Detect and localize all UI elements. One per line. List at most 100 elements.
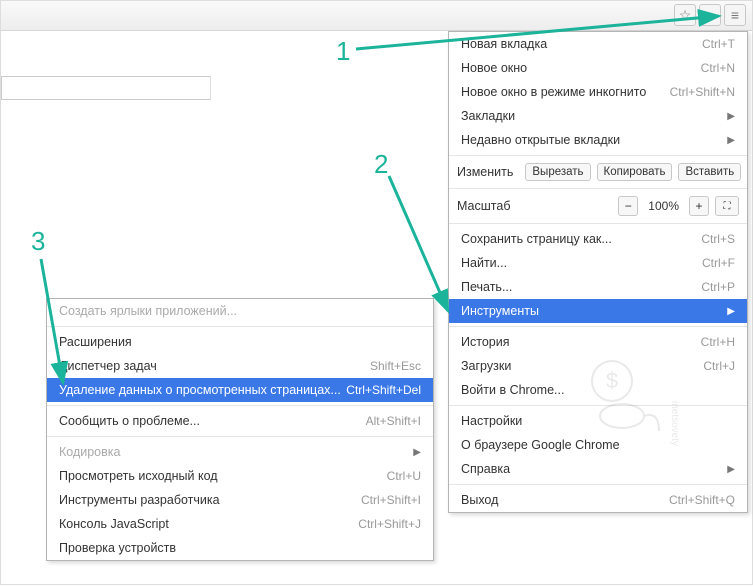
label: Закладки — [461, 109, 515, 123]
submenu-clear-browsing-data[interactable]: Удаление данных о просмотренных страница… — [47, 378, 433, 402]
menu-find[interactable]: Найти... Ctrl+F — [449, 251, 747, 275]
label: Новая вкладка — [461, 37, 547, 51]
submenu-view-source[interactable]: Просмотреть исходный код Ctrl+U — [47, 464, 433, 488]
shortcut: Ctrl+F — [702, 256, 735, 270]
separator — [449, 405, 747, 406]
shortcut: Ctrl+Shift+J — [358, 517, 421, 531]
zoom-out-button[interactable]: − — [618, 196, 638, 216]
shortcut: Shift+Esc — [370, 359, 421, 373]
label: Инструменты — [461, 304, 539, 318]
menu-settings[interactable]: Настройки — [449, 409, 747, 433]
menu-about[interactable]: О браузере Google Chrome — [449, 433, 747, 457]
menu-tools[interactable]: Инструменты ▶ — [449, 299, 747, 323]
annotation-3: 3 — [31, 226, 45, 257]
zoom-value: 100% — [644, 199, 683, 213]
paste-button[interactable]: Вставить — [678, 163, 741, 181]
menu-save-as[interactable]: Сохранить страницу как... Ctrl+S — [449, 227, 747, 251]
browser-topbar: ☆ ◐ ≡ — [1, 1, 752, 31]
zoom-label: Масштаб — [457, 199, 510, 213]
user-icon[interactable]: ◐ — [699, 4, 721, 26]
menu-help[interactable]: Справка▶ — [449, 457, 747, 481]
chevron-right-icon: ▶ — [727, 464, 735, 475]
edit-label: Изменить — [457, 165, 513, 179]
label: Сохранить страницу как... — [461, 232, 612, 246]
menu-new-window[interactable]: Новое окно Ctrl+N — [449, 56, 747, 80]
menu-downloads[interactable]: Загрузки Ctrl+J — [449, 354, 747, 378]
annotation-2: 2 — [374, 149, 388, 180]
label: Выход — [461, 493, 498, 507]
label: Расширения — [59, 335, 132, 349]
menu-print[interactable]: Печать... Ctrl+P — [449, 275, 747, 299]
label: Новое окно — [461, 61, 527, 75]
submenu-js-console[interactable]: Консоль JavaScript Ctrl+Shift+J — [47, 512, 433, 536]
label: Проверка устройств — [59, 541, 176, 555]
separator — [449, 484, 747, 485]
shortcut: Ctrl+P — [701, 280, 735, 294]
shortcut: Ctrl+U — [387, 469, 421, 483]
shortcut: Alt+Shift+I — [366, 414, 421, 428]
label: Найти... — [461, 256, 507, 270]
label: Печать... — [461, 280, 512, 294]
submenu-inspect-devices[interactable]: Проверка устройств — [47, 536, 433, 560]
menu-incognito[interactable]: Новое окно в режиме инкогнито Ctrl+Shift+… — [449, 80, 747, 104]
label: Загрузки — [461, 359, 511, 373]
menu-bookmarks[interactable]: Закладки ▶ — [449, 104, 747, 128]
submenu-dev-tools[interactable]: Инструменты разработчика Ctrl+Shift+I — [47, 488, 433, 512]
menu-icon[interactable]: ≡ — [724, 4, 746, 26]
star-icon[interactable]: ☆ — [674, 4, 696, 26]
main-menu: Новая вкладка Ctrl+T Новое окно Ctrl+N Нов… — [448, 31, 748, 513]
label: Кодировка — [59, 445, 120, 459]
zoom-in-button[interactable]: + — [689, 196, 709, 216]
label: Новое окно в режиме инкогнито — [461, 85, 646, 99]
annotation-1: 1 — [336, 36, 350, 67]
separator — [449, 326, 747, 327]
separator — [47, 436, 433, 437]
separator — [449, 188, 747, 189]
shortcut: Ctrl+N — [701, 61, 735, 75]
shortcut: Ctrl+Shift+N — [670, 85, 735, 99]
label: Просмотреть исходный код — [59, 469, 218, 483]
topbar-right-icons: ☆ ◐ ≡ — [674, 4, 746, 26]
menu-recent-tabs[interactable]: Недавно открытые вкладки▶ — [449, 128, 747, 152]
chevron-right-icon: ▶ — [413, 447, 421, 458]
label: Сообщить о проблеме... — [59, 414, 200, 428]
copy-button[interactable]: Копировать — [597, 163, 673, 181]
shortcut: Ctrl+Shift+Q — [669, 493, 735, 507]
shortcut: Ctrl+S — [701, 232, 735, 246]
separator — [449, 155, 747, 156]
search-input[interactable] — [1, 76, 211, 100]
shortcut: Ctrl+T — [702, 37, 735, 51]
separator — [47, 326, 433, 327]
label: Инструменты разработчика — [59, 493, 220, 507]
separator — [449, 223, 747, 224]
chevron-right-icon: ▶ — [727, 111, 735, 122]
label: Недавно открытые вкладки — [461, 133, 620, 147]
label: Консоль JavaScript — [59, 517, 169, 531]
chevron-right-icon: ▶ — [727, 306, 735, 317]
shortcut: Ctrl+Shift+I — [361, 493, 421, 507]
shortcut: Ctrl+J — [703, 359, 735, 373]
menu-signin[interactable]: Войти в Chrome... — [449, 378, 747, 402]
submenu-create-shortcuts: Создать ярлыки приложений... — [47, 299, 433, 323]
shortcut: Ctrl+Shift+Del — [346, 383, 421, 397]
tools-submenu: Создать ярлыки приложений... Расширения … — [46, 298, 434, 561]
menu-exit[interactable]: Выход Ctrl+Shift+Q — [449, 488, 747, 512]
shortcut: Ctrl+H — [701, 335, 735, 349]
fullscreen-button[interactable]: ⛶ — [715, 196, 739, 216]
submenu-task-manager[interactable]: Диспетчер задач Shift+Esc — [47, 354, 433, 378]
menu-zoom-row: Масштаб − 100% + ⛶ — [449, 192, 747, 220]
submenu-extensions[interactable]: Расширения — [47, 330, 433, 354]
label: Войти в Chrome... — [461, 383, 564, 397]
menu-new-tab[interactable]: Новая вкладка Ctrl+T — [449, 32, 747, 56]
label: Настройки — [461, 414, 522, 428]
label: Удаление данных о просмотренных страница… — [59, 383, 341, 397]
label: Создать ярлыки приложений... — [59, 304, 237, 318]
menu-history[interactable]: История Ctrl+H — [449, 330, 747, 354]
separator — [47, 405, 433, 406]
label: Диспетчер задач — [59, 359, 157, 373]
submenu-encoding[interactable]: Кодировка ▶ — [47, 440, 433, 464]
label: История — [461, 335, 509, 349]
label: О браузере Google Chrome — [461, 438, 620, 452]
submenu-report-issue[interactable]: Сообщить о проблеме... Alt+Shift+I — [47, 409, 433, 433]
cut-button[interactable]: Вырезать — [525, 163, 590, 181]
